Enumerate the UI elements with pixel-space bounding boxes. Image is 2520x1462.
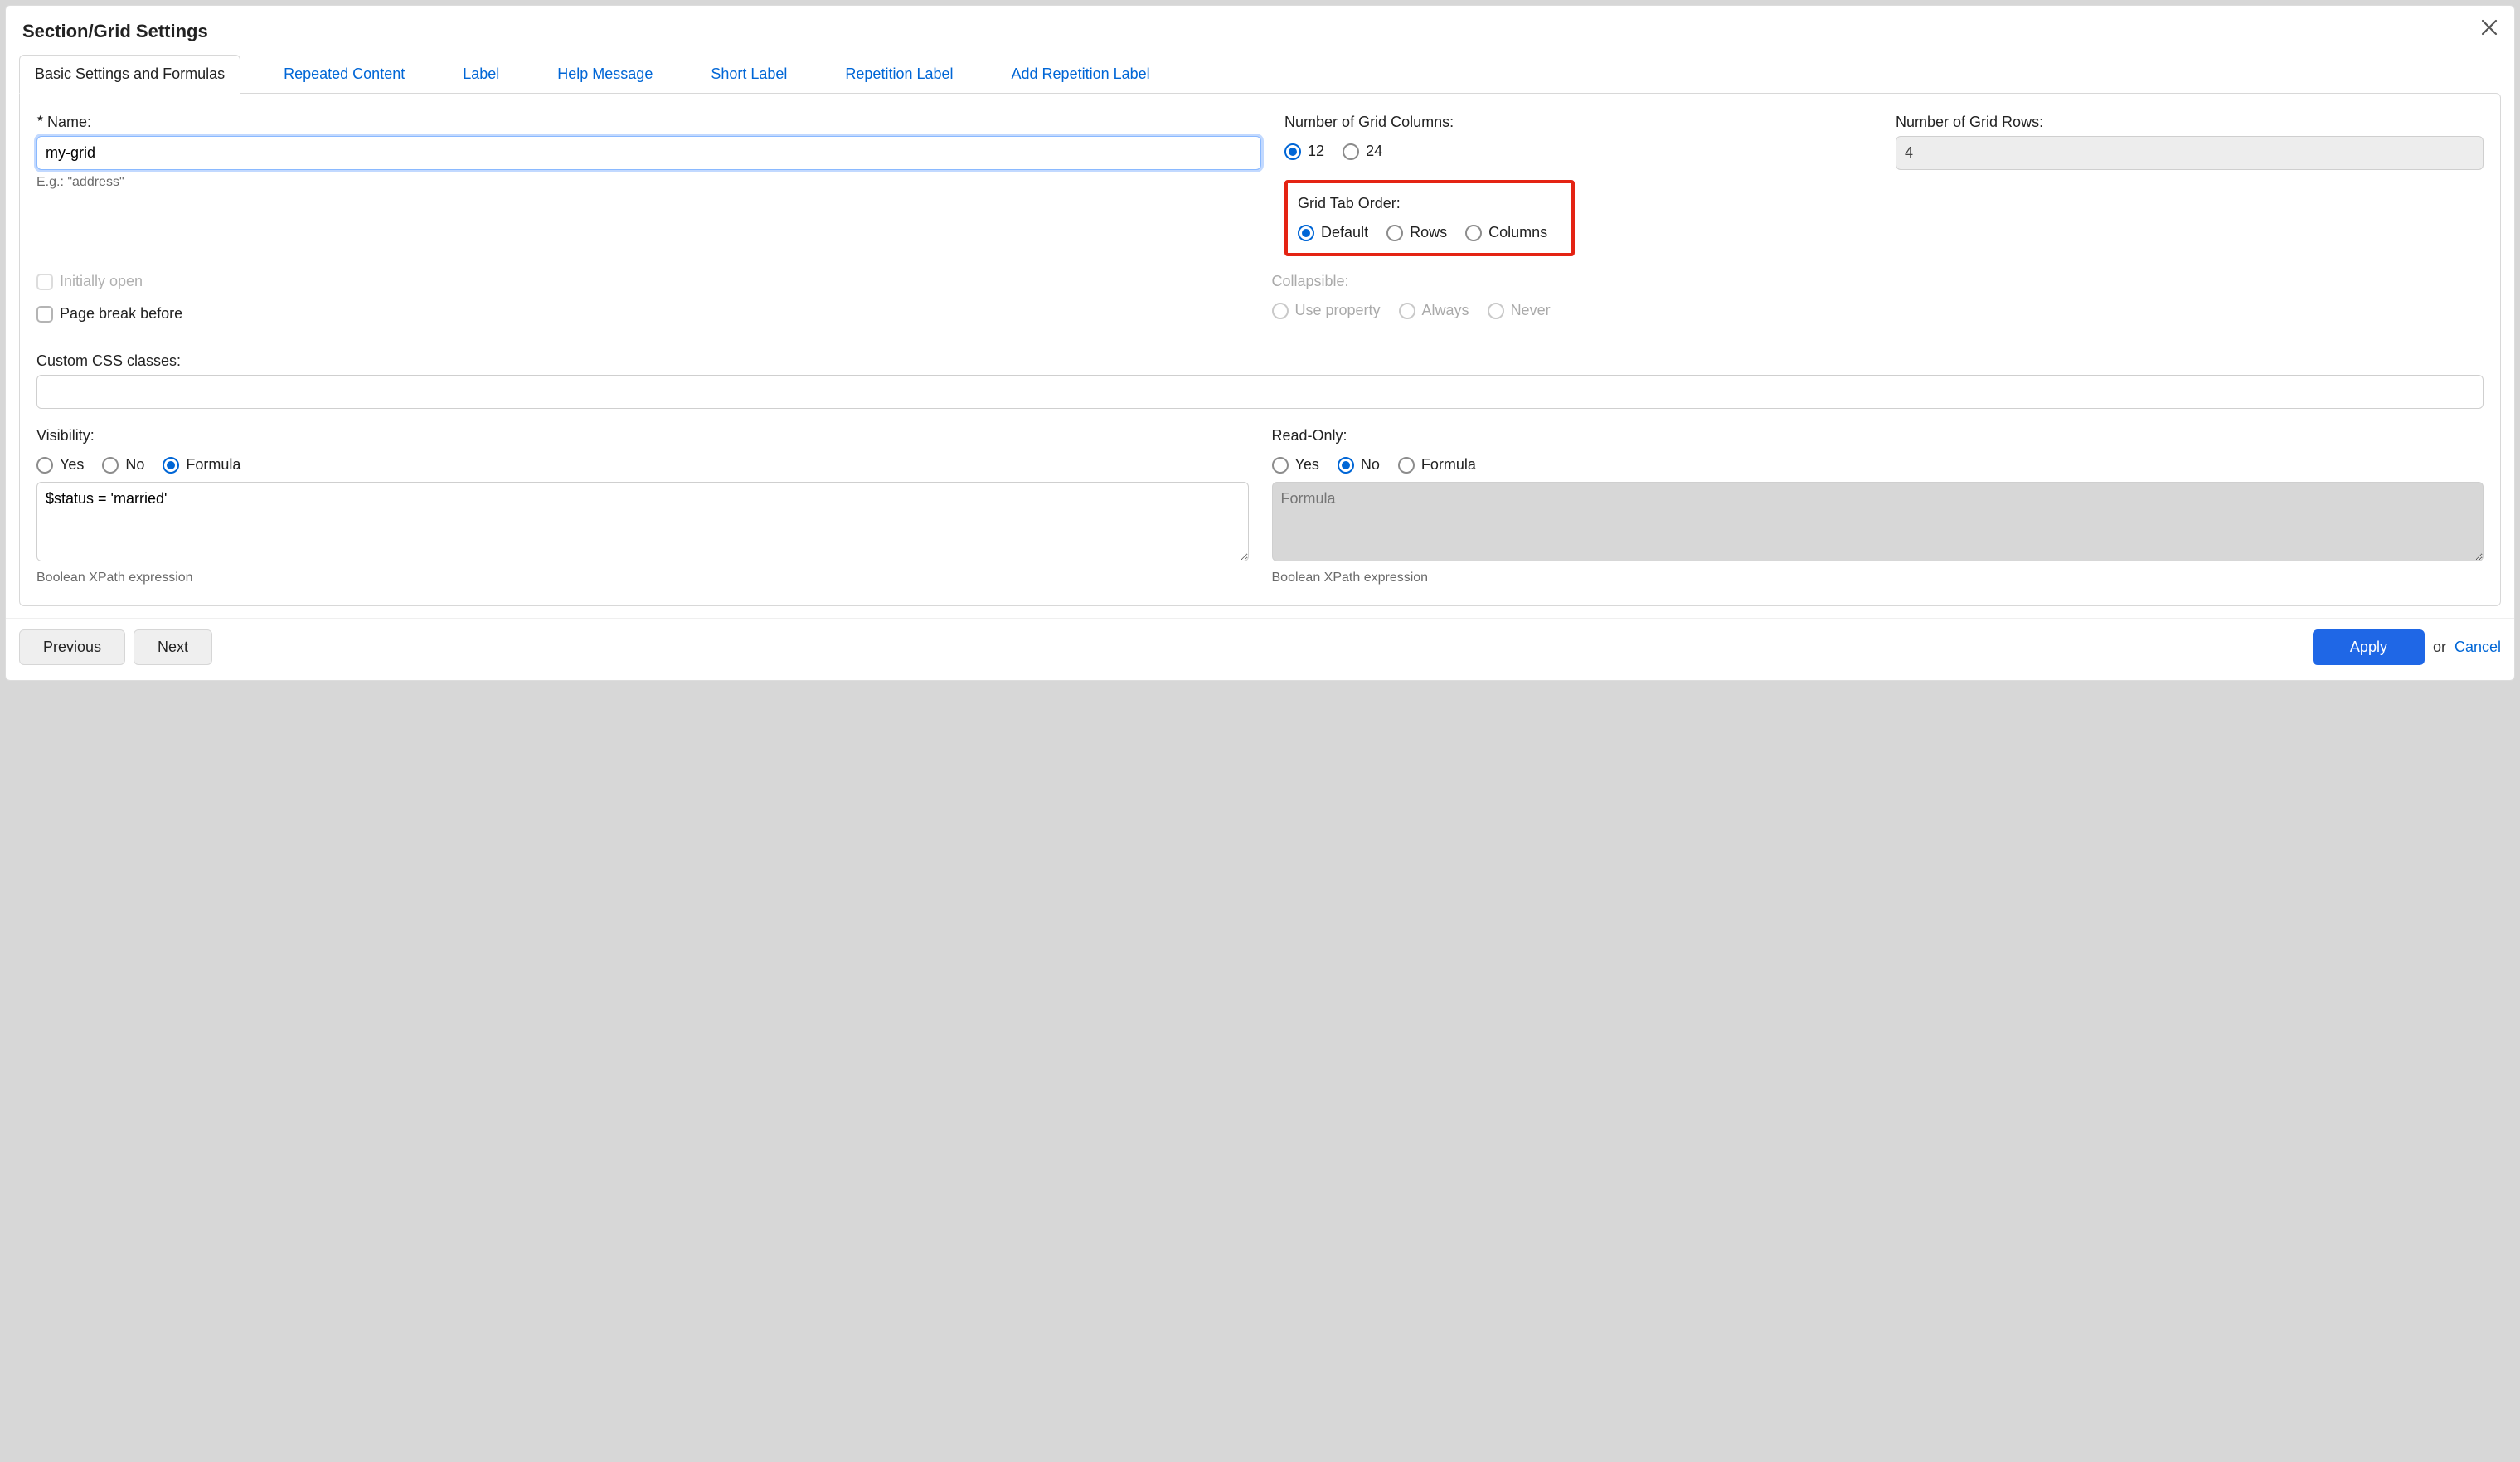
dialog-footer: Previous Next Apply or Cancel	[19, 629, 2501, 665]
checkbox-icon	[36, 274, 53, 290]
readonly-formula-label: Formula	[1421, 456, 1476, 474]
radio-dot-icon	[1398, 457, 1415, 474]
visibility-radio-no[interactable]: No	[102, 456, 144, 474]
next-button[interactable]: Next	[134, 629, 212, 665]
columns-label: Number of Grid Columns:	[1284, 114, 1454, 131]
tab-help-message[interactable]: Help Message	[542, 56, 668, 93]
tab-order-label: Grid Tab Order:	[1298, 195, 1401, 212]
visibility-no-label: No	[125, 456, 144, 474]
tab-order-field: Grid Tab Order: Default Rows	[1284, 180, 1872, 256]
visibility-label: Visibility:	[36, 427, 95, 444]
tab-panel: Name: E.g.: "address" Number of Grid Col…	[19, 93, 2501, 606]
columns-radio-12[interactable]: 12	[1284, 143, 1324, 160]
collapsible-label: Collapsible:	[1272, 273, 1349, 290]
css-label: Custom CSS classes:	[36, 352, 181, 370]
radio-dot-icon	[1399, 303, 1415, 319]
tab-order-highlight: Grid Tab Order: Default Rows	[1284, 180, 1575, 256]
tab-add-repetition-label[interactable]: Add Repetition Label	[997, 56, 1165, 93]
readonly-yes-label: Yes	[1295, 456, 1319, 474]
css-input[interactable]	[36, 375, 2484, 409]
apply-button[interactable]: Apply	[2313, 629, 2425, 665]
radio-dot-icon	[1465, 225, 1482, 241]
tab-repeated-content[interactable]: Repeated Content	[269, 56, 420, 93]
close-icon[interactable]	[2479, 17, 2499, 37]
footer-separator	[6, 618, 2514, 619]
tabbar: Basic Settings and Formulas Repeated Con…	[19, 54, 2501, 93]
initially-open-checkbox: Initially open	[36, 273, 1249, 290]
or-text: or	[2433, 639, 2446, 656]
previous-button[interactable]: Previous	[19, 629, 125, 665]
rows-input[interactable]	[1896, 136, 2484, 170]
radio-dot-icon	[1338, 457, 1354, 474]
dialog-window: Section/Grid Settings Basic Settings and…	[5, 5, 2515, 681]
visibility-radio-yes[interactable]: Yes	[36, 456, 84, 474]
page-break-checkbox[interactable]: Page break before	[36, 305, 1249, 323]
radio-dot-icon	[1386, 225, 1403, 241]
taborder-radio-rows[interactable]: Rows	[1386, 224, 1447, 241]
name-field: Name: E.g.: "address"	[36, 114, 1261, 190]
left-checks: Initially open Page break before	[36, 273, 1249, 338]
cancel-link[interactable]: Cancel	[2454, 639, 2501, 656]
collapsible-radio-always: Always	[1399, 302, 1469, 319]
readonly-hint: Boolean XPath expression	[1272, 571, 2484, 585]
rows-label: Number of Grid Rows:	[1896, 114, 2043, 131]
readonly-expression-input	[1272, 482, 2484, 561]
tab-short-label[interactable]: Short Label	[696, 56, 802, 93]
tab-label[interactable]: Label	[448, 56, 514, 93]
checkbox-icon	[36, 306, 53, 323]
name-input[interactable]	[36, 136, 1261, 170]
visibility-formula-label: Formula	[186, 456, 240, 474]
columns-radio-12-label: 12	[1308, 143, 1324, 160]
radio-dot-icon	[163, 457, 179, 474]
visibility-hint: Boolean XPath expression	[36, 571, 1249, 585]
taborder-default-label: Default	[1321, 224, 1368, 241]
collapsible-field: Collapsible: Use property Always Never	[1272, 273, 2484, 319]
collapsible-radio-property: Use property	[1272, 302, 1381, 319]
radio-dot-icon	[1488, 303, 1504, 319]
readonly-radio-yes[interactable]: Yes	[1272, 456, 1319, 474]
columns-radio-24[interactable]: 24	[1343, 143, 1382, 160]
radio-dot-icon	[36, 457, 53, 474]
initially-open-label: Initially open	[60, 273, 143, 290]
css-classes-field: Custom CSS classes:	[36, 352, 2484, 409]
visibility-radio-formula[interactable]: Formula	[163, 456, 240, 474]
collapsible-prop-label: Use property	[1295, 302, 1381, 319]
page-break-label: Page break before	[60, 305, 182, 323]
taborder-radio-default[interactable]: Default	[1298, 224, 1368, 241]
name-label: Name:	[36, 114, 91, 131]
rows-field: Number of Grid Rows:	[1896, 114, 2484, 170]
taborder-columns-label: Columns	[1488, 224, 1547, 241]
readonly-label: Read-Only:	[1272, 427, 1347, 444]
columns-field: Number of Grid Columns: 12 24	[1284, 114, 1872, 160]
columns-radio-24-label: 24	[1366, 143, 1382, 160]
readonly-radio-no[interactable]: No	[1338, 456, 1380, 474]
dialog-title: Section/Grid Settings	[22, 21, 2501, 42]
readonly-no-label: No	[1361, 456, 1380, 474]
readonly-field: Read-Only: Yes No Formula	[1272, 427, 2484, 585]
visibility-yes-label: Yes	[60, 456, 84, 474]
radio-dot-icon	[102, 457, 119, 474]
taborder-radio-columns[interactable]: Columns	[1465, 224, 1547, 241]
radio-dot-icon	[1284, 143, 1301, 160]
radio-dot-icon	[1343, 143, 1359, 160]
visibility-field: Visibility: Yes No Formula	[36, 427, 1249, 585]
radio-dot-icon	[1298, 225, 1314, 241]
radio-dot-icon	[1272, 457, 1289, 474]
collapsible-never-label: Never	[1511, 302, 1551, 319]
name-hint: E.g.: "address"	[36, 175, 1261, 190]
columns-and-taborder: Number of Grid Columns: 12 24	[1284, 114, 1872, 256]
radio-dot-icon	[1272, 303, 1289, 319]
tab-basic-settings[interactable]: Basic Settings and Formulas	[19, 55, 240, 94]
collapsible-radio-never: Never	[1488, 302, 1551, 319]
taborder-rows-label: Rows	[1410, 224, 1447, 241]
collapsible-always-label: Always	[1422, 302, 1469, 319]
tab-repetition-label[interactable]: Repetition Label	[830, 56, 968, 93]
visibility-expression-input[interactable]	[36, 482, 1249, 561]
readonly-radio-formula[interactable]: Formula	[1398, 456, 1476, 474]
